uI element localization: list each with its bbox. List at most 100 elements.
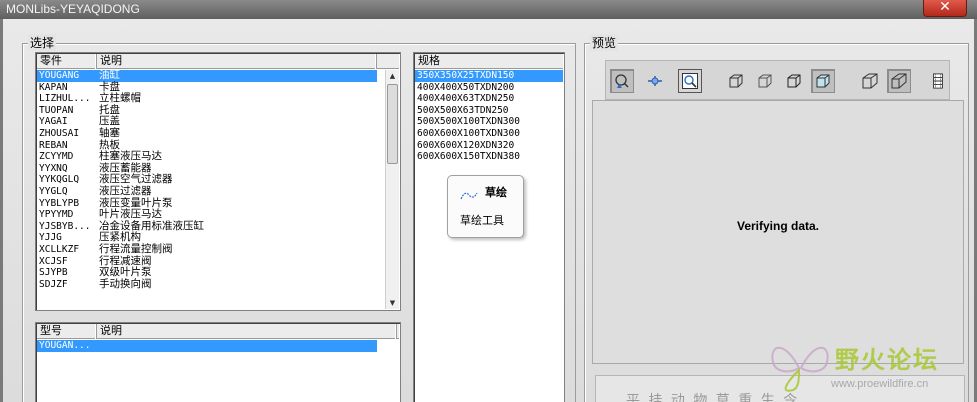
- part-code: YOUGANG: [39, 70, 80, 81]
- model-list-header: 型号 说明: [37, 324, 399, 339]
- part-code: XCJSF: [39, 255, 68, 267]
- shaded-icon: [816, 74, 830, 88]
- part-code: YJSBYB...: [39, 220, 91, 232]
- model-list[interactable]: 型号 说明 YOUGAN...: [35, 322, 401, 402]
- table-row[interactable]: REBAN 热板: [37, 139, 377, 152]
- table-row[interactable]: SJYPB 双级叶片泵: [37, 266, 377, 279]
- spec-rows: 350X350X25TXDN150 400X400X50TXDN200 400X40…: [415, 70, 563, 163]
- orient-icon: [648, 76, 662, 86]
- hidden-line-button[interactable]: [753, 69, 777, 93]
- scroll-thumb[interactable]: [387, 84, 398, 164]
- part-description: 叶片液压马达: [99, 208, 162, 221]
- close-button[interactable]: ✕: [923, 0, 967, 17]
- table-row[interactable]: YPYYMD 叶片液压马达: [37, 209, 377, 221]
- wireframe-icon: [729, 74, 743, 88]
- table-row[interactable]: YAGAI 压盖: [37, 116, 377, 128]
- list-item[interactable]: 500X500X100TXDN300: [415, 116, 563, 128]
- table-row[interactable]: YOUGAN...: [37, 340, 377, 352]
- table-row[interactable]: LIZHUL... 立柱螺帽: [37, 93, 377, 105]
- part-code: YYXNQ: [39, 162, 68, 174]
- view-toolbar: [605, 60, 950, 100]
- part-description: 液压过滤器: [99, 184, 152, 197]
- isometric-button[interactable]: [858, 69, 882, 93]
- table-row[interactable]: YJJG 压紧机构: [37, 232, 377, 244]
- hidden-line-icon: [758, 74, 772, 88]
- parts-list-header: 零件 说明: [37, 54, 399, 69]
- scroll-up-icon[interactable]: ▲: [386, 70, 399, 82]
- part-description: 柱塞液压马达: [99, 150, 162, 163]
- table-row[interactable]: YYGLQ 液压过滤器: [37, 184, 377, 198]
- film-strip-button[interactable]: [929, 69, 947, 93]
- window-title: MONLibs-YEYAQIDONG: [6, 2, 140, 16]
- part-code: SJYPB: [39, 267, 68, 279]
- table-row[interactable]: XCJSF 行程减速阀: [37, 255, 377, 268]
- preview-group-label: 预览: [590, 34, 619, 51]
- shaded-button[interactable]: [811, 69, 835, 93]
- regenerate-button[interactable]: [610, 69, 634, 93]
- isometric-icon: [862, 73, 878, 89]
- spec-value: 600X600X100TXDN300: [417, 127, 520, 139]
- table-row[interactable]: YYBLYPB 液压变量叶片泵: [37, 197, 377, 210]
- column-header-spec[interactable]: 规格: [415, 54, 564, 69]
- menu-item-sketch-tools[interactable]: 草绘工具: [448, 210, 523, 232]
- menu-item-sketch-label: 草绘: [485, 186, 507, 199]
- part-code: ZHOUSAI: [39, 127, 80, 139]
- title-bar: MONLibs-YEYAQIDONG ✕: [0, 0, 977, 19]
- parts-scrollbar[interactable]: ▲ ▼: [385, 70, 399, 309]
- table-row[interactable]: YOUGANG 油缸: [37, 69, 377, 82]
- column-header-model-desc[interactable]: 说明: [97, 324, 397, 339]
- list-item[interactable]: 600X600X150TXDN380: [415, 151, 563, 163]
- table-row[interactable]: YYXNQ 液压蓄能器: [37, 162, 377, 175]
- part-description: 行程流量控制阀: [99, 242, 173, 255]
- butterfly-logo-icon: [771, 346, 829, 392]
- preview-status: Verifying data.: [736, 219, 820, 233]
- parts-list[interactable]: 零件 说明 YOUGANG 油缸 KAPAN 卡盘 LIZHUL... 立柱螺帽 TUOPA…: [35, 52, 401, 311]
- column-header-part[interactable]: 零件: [37, 54, 97, 69]
- table-row[interactable]: YYKQGLQ 液压空气过滤器: [37, 174, 377, 186]
- list-item[interactable]: 600X600X120XDN320: [415, 140, 563, 152]
- model-code: YOUGAN...: [39, 340, 91, 351]
- regenerate-icon: [615, 74, 629, 88]
- preview-pane[interactable]: Verifying data.: [592, 100, 964, 364]
- list-item[interactable]: 400X400X50TXDN200: [415, 82, 563, 94]
- zoom-fit-button[interactable]: [678, 69, 702, 93]
- orient-button[interactable]: [643, 69, 667, 93]
- part-description: 手动换向阀: [99, 277, 152, 290]
- part-code: SDJZF: [39, 278, 68, 290]
- part-code: REBAN: [39, 139, 68, 151]
- menu-item-sketch-tools-label: 草绘工具: [460, 214, 504, 227]
- table-row[interactable]: ZHOUSAI 轴塞: [37, 127, 377, 140]
- table-row[interactable]: KAPAN 卡盘: [37, 81, 377, 94]
- sketch-icon: [460, 187, 478, 209]
- spec-value: 500X500X63TDN250: [417, 104, 509, 116]
- table-row[interactable]: XCLLKZF 行程流量控制阀: [37, 242, 377, 256]
- part-code: YYGLQ: [39, 185, 68, 197]
- parts-rows: YOUGANG 油缸 KAPAN 卡盘 LIZHUL... 立柱螺帽 TUOPAN 托盘 YAG…: [37, 69, 377, 291]
- part-code: LIZHUL...: [39, 93, 91, 105]
- part-description: 双级叶片泵: [99, 266, 152, 279]
- list-item[interactable]: 500X500X63TDN250: [415, 105, 563, 117]
- context-menu: 草绘 草绘工具: [447, 175, 524, 238]
- part-code: ZCYYMD: [39, 151, 74, 163]
- watermark-url: www.proewildfire.cn: [831, 378, 929, 390]
- list-item[interactable]: 400X400X63TXDN250: [415, 93, 563, 105]
- wireframe-button[interactable]: [724, 69, 748, 93]
- no-hidden-icon: [787, 74, 801, 88]
- list-item[interactable]: 350X350X25TXDN150: [415, 70, 563, 82]
- table-row[interactable]: TUOPAN 托盘: [37, 104, 377, 117]
- part-description: 油缸: [99, 69, 120, 82]
- no-hidden-button[interactable]: [782, 69, 806, 93]
- scroll-down-icon[interactable]: ▼: [386, 297, 399, 309]
- list-item[interactable]: 600X600X100TXDN300: [415, 128, 563, 140]
- part-code: XCLLKZF: [39, 243, 80, 255]
- select-group-label: 选择: [28, 34, 57, 51]
- table-row[interactable]: SDJZF 手动换向阀: [37, 277, 377, 291]
- table-row[interactable]: ZCYYMD 柱塞液压马达: [37, 151, 377, 163]
- menu-item-sketch[interactable]: 草绘: [448, 182, 523, 204]
- close-icon: ✕: [939, 0, 951, 15]
- column-header-model[interactable]: 型号: [37, 324, 97, 339]
- column-header-desc[interactable]: 说明: [97, 54, 377, 69]
- table-row[interactable]: YJSBYB... 冶金设备用标准液压缸: [37, 220, 377, 233]
- part-code: TUOPAN: [39, 104, 74, 116]
- trimetric-button[interactable]: [887, 69, 911, 93]
